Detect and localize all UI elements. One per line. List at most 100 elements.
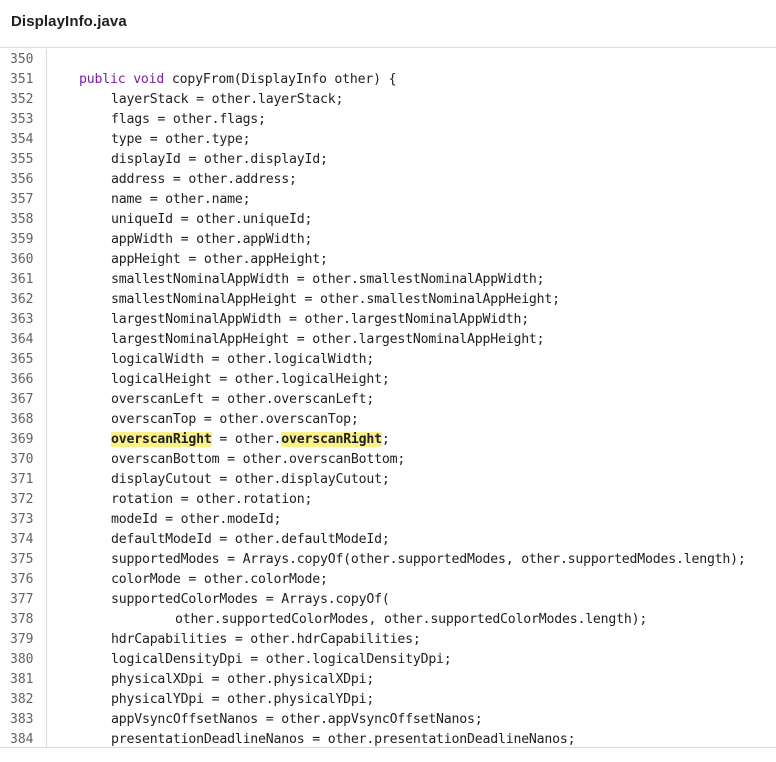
code-text: hdrCapabilities = other.hdrCapabilities; [111, 630, 421, 650]
code-text: flags = other.flags; [111, 110, 266, 130]
code-text: largestNominalAppWidth = other.largestNo… [111, 310, 529, 330]
line-number: 362 [10, 292, 34, 307]
line-number: 382 [10, 692, 34, 707]
code-text: name = other.name; [111, 190, 251, 210]
line-number: 368 [10, 412, 34, 427]
code-text: smallestNominalAppWidth = other.smallest… [111, 270, 545, 290]
code-text: layerStack = other.layerStack; [111, 90, 343, 110]
line-number: 384 [10, 732, 34, 747]
code-token: flags = other.flags; [111, 112, 266, 127]
keyword-token: void [133, 72, 165, 87]
code-token: supportedModes = Arrays.copyOf(other.sup… [111, 552, 746, 567]
code-text: appWidth = other.appWidth; [111, 230, 312, 250]
code-token: type = other.type; [111, 132, 251, 147]
line-number: 353 [10, 112, 34, 127]
line-number: 377 [10, 592, 34, 607]
code-token: hdrCapabilities = other.hdrCapabilities; [111, 632, 421, 647]
line-number: 352 [10, 92, 34, 107]
line-number: 355 [10, 152, 34, 167]
code-text: overscanTop = other.overscanTop; [111, 410, 359, 430]
line-number: 381 [10, 672, 34, 687]
line-number: 364 [10, 332, 34, 347]
line-number: 367 [10, 392, 34, 407]
code-token: displayCutout = other.displayCutout; [111, 472, 390, 487]
line-number: 356 [10, 172, 34, 187]
line-number: 378 [10, 612, 34, 627]
line-number: 358 [10, 212, 34, 227]
code-token: largestNominalAppHeight = other.largestN… [111, 332, 545, 347]
line-number: 366 [10, 372, 34, 387]
line-number: 359 [10, 232, 34, 247]
code-viewer[interactable]: 350 351 public void copyFrom(DisplayInfo o… [0, 49, 776, 747]
code-text: appVsyncOffsetNanos = other.appVsyncOffs… [111, 710, 483, 730]
code-token: logicalDensityDpi = other.logicalDensity… [111, 652, 452, 667]
line-number: 375 [10, 552, 34, 567]
code-text: other.supportedColorModes, other.support… [175, 610, 647, 630]
line-number: 372 [10, 492, 34, 507]
code-token: address = other.address; [111, 172, 297, 187]
code-text: uniqueId = other.uniqueId; [111, 210, 312, 230]
code-text: displayId = other.displayId; [111, 150, 328, 170]
code-token: logicalWidth = other.logicalWidth; [111, 352, 375, 367]
line-number: 380 [10, 652, 34, 667]
line-number: 363 [10, 312, 34, 327]
code-token: copyFrom(DisplayInfo other) { [164, 72, 397, 87]
code-text: logicalWidth = other.logicalWidth; [111, 350, 374, 370]
code-text: overscanBottom = other.overscanBottom; [111, 450, 405, 470]
code-token: name = other.name; [111, 192, 251, 207]
code-token: ; [381, 432, 390, 447]
code-text: rotation = other.rotation; [111, 490, 312, 510]
code-text: smallestNominalAppHeight = other.smalles… [111, 290, 560, 310]
code-token: presentationDeadlineNanos = other.presen… [111, 732, 576, 747]
code-token: uniqueId = other.uniqueId; [111, 212, 313, 227]
code-token: smallestNominalAppHeight = other.smalles… [111, 292, 560, 307]
line-number: 383 [10, 712, 34, 727]
code-text: type = other.type; [111, 130, 251, 150]
code-text: logicalDensityDpi = other.logicalDensity… [111, 650, 452, 670]
code-token: displayId = other.displayId; [111, 152, 328, 167]
line-number: 354 [10, 132, 34, 147]
search-highlight: overscanRight [111, 432, 212, 447]
code-text: appHeight = other.appHeight; [111, 250, 328, 270]
code-text: supportedColorModes = Arrays.copyOf( [111, 590, 390, 610]
line-number: 371 [10, 472, 34, 487]
code-token: largestNominalAppWidth = other.largestNo… [111, 312, 529, 327]
line-number: 370 [10, 452, 34, 467]
code-text: address = other.address; [111, 170, 297, 190]
line-number: 369 [10, 432, 34, 447]
code-token: rotation = other.rotation; [111, 492, 313, 507]
code-text: overscanRight = other.overscanRight; [111, 430, 390, 450]
code-token: appHeight = other.appHeight; [111, 252, 328, 267]
file-header: DisplayInfo.java [0, 0, 776, 48]
code-text: physicalYDpi = other.physicalYDpi; [111, 690, 374, 710]
code-token: appWidth = other.appWidth; [111, 232, 313, 247]
line-number: 379 [10, 632, 34, 647]
code-text: physicalXDpi = other.physicalXDpi; [111, 670, 374, 690]
code-token: logicalHeight = other.logicalHeight; [111, 372, 390, 387]
code-token: colorMode = other.colorMode; [111, 572, 328, 587]
code-token: supportedColorModes = Arrays.copyOf( [111, 592, 390, 607]
line-number: 361 [10, 272, 34, 287]
line-number: 360 [10, 252, 34, 267]
line-number: 357 [10, 192, 34, 207]
code-token: overscanLeft = other.overscanLeft; [111, 392, 375, 407]
line-number: 373 [10, 512, 34, 527]
code-token: appVsyncOffsetNanos = other.appVsyncOffs… [111, 712, 483, 727]
code-text: presentationDeadlineNanos = other.presen… [111, 730, 576, 747]
line-number: 350 [10, 52, 34, 67]
code-text: supportedModes = Arrays.copyOf(other.sup… [111, 550, 746, 570]
code-token: smallestNominalAppWidth = other.smallest… [111, 272, 545, 287]
code-token: layerStack = other.layerStack; [111, 92, 344, 107]
code-token: physicalXDpi = other.physicalXDpi; [111, 672, 375, 687]
code-text: largestNominalAppHeight = other.largestN… [111, 330, 545, 350]
search-highlight: overscanRight [281, 432, 382, 447]
file-title: DisplayInfo.java [11, 13, 127, 30]
code-token: other.supportedColorModes, other.support… [175, 612, 648, 627]
code-text: modeId = other.modeId; [111, 510, 281, 530]
code-text: colorMode = other.colorMode; [111, 570, 328, 590]
code-text: public void copyFrom(DisplayInfo other) … [79, 70, 397, 90]
code-text: displayCutout = other.displayCutout; [111, 470, 390, 490]
code-token: overscanTop = other.overscanTop; [111, 412, 359, 427]
code-text: logicalHeight = other.logicalHeight; [111, 370, 390, 390]
code-token: = other. [211, 432, 282, 447]
